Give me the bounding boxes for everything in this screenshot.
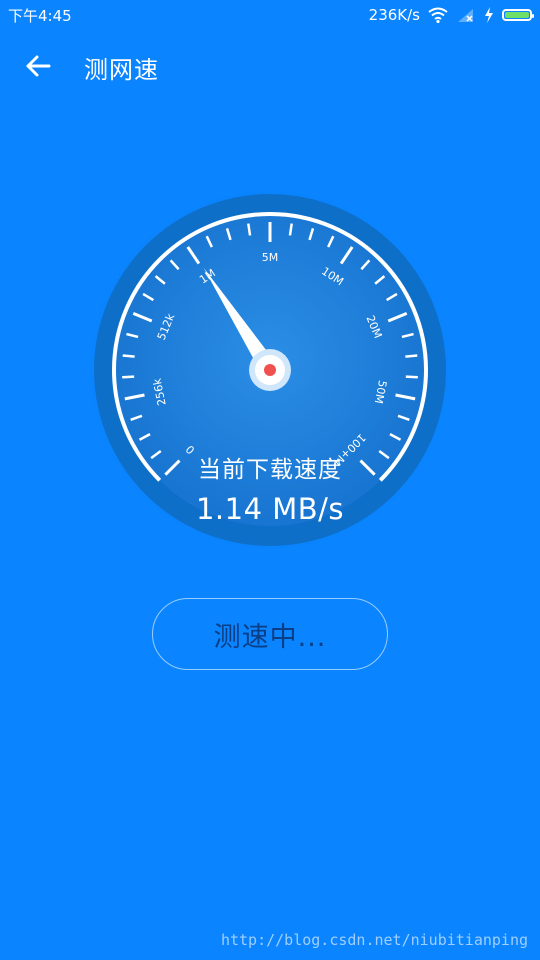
minor-tick — [405, 354, 418, 358]
wifi-icon — [428, 7, 448, 23]
battery-fill — [505, 12, 529, 18]
speed-value: 1.14 MB/s — [195, 492, 345, 526]
charging-icon — [485, 7, 493, 23]
speed-test-button[interactable]: 测速中... — [152, 598, 388, 670]
status-time: 下午4:45 — [8, 7, 72, 25]
status-bar: 下午4:45 236K/s — [0, 0, 540, 30]
status-indicators: 236K/s — [368, 5, 534, 25]
minor-tick — [247, 223, 252, 236]
minor-tick — [405, 375, 418, 379]
needle-dot — [264, 364, 276, 376]
arrow-left-icon — [26, 55, 51, 77]
network-speed: 236K/s — [368, 6, 420, 24]
back-button[interactable] — [18, 46, 58, 86]
battery-icon — [502, 9, 534, 21]
speed-gauge: 0 256k 512k 1M 5M 10M 20M 50M 100+M 当前下载速度 1.14 … — [88, 188, 452, 552]
gauge-label: 当前下载速度 — [198, 457, 342, 483]
minor-tick — [288, 223, 293, 236]
speed-test-button-label: 测速中... — [213, 621, 327, 653]
scale-label: 5M — [262, 251, 279, 264]
watermark: http://blog.csdn.net/niubitianping — [220, 931, 528, 949]
signal-icon — [458, 9, 473, 22]
minor-tick — [122, 375, 135, 379]
page-title: 测网速 — [84, 56, 159, 84]
app-header: 测网速 — [0, 30, 540, 104]
minor-tick — [122, 354, 135, 358]
